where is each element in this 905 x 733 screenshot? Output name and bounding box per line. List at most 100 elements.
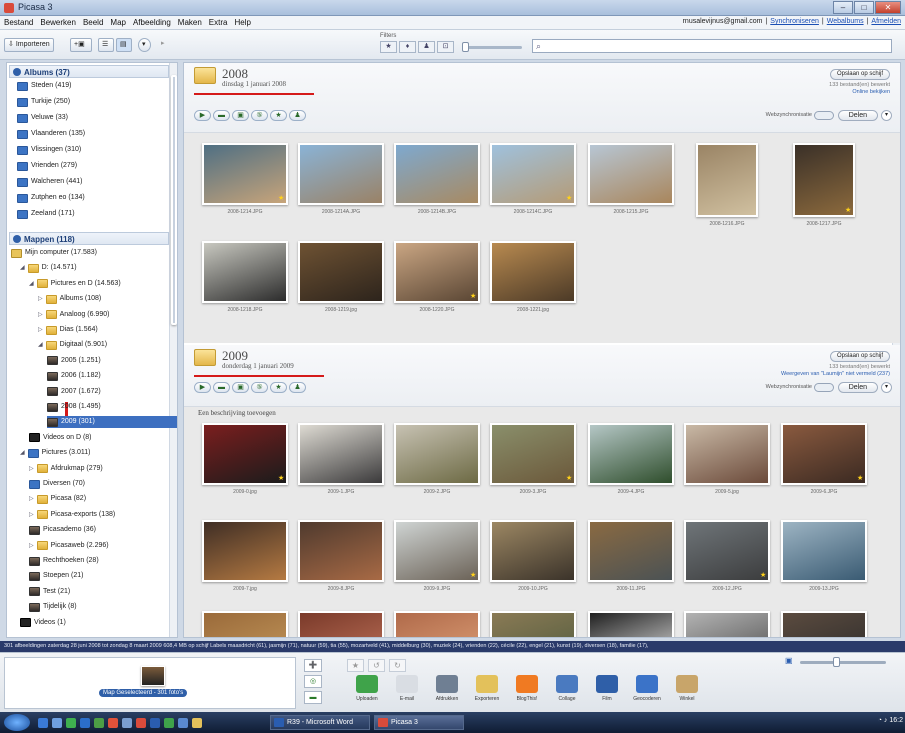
expand-toggle-icon[interactable]: ▷ [29,493,34,505]
quicklaunch-switch-icon[interactable] [52,718,62,728]
filter-geo-icon[interactable]: ⊡ [437,41,454,53]
albums-header[interactable]: Albums (37) [9,65,169,78]
quicklaunch-picasa-icon[interactable] [136,718,146,728]
folder-item[interactable]: ◢ Digitaal (5.901) [38,339,107,351]
photo-thumbnail[interactable]: ★ [202,423,288,485]
web-sync-toggle[interactable] [814,111,834,120]
quicklaunch-app-icon[interactable] [66,718,76,728]
album-item[interactable]: Zutphen eo (134) [17,192,85,204]
add-to-album-button[interactable]: +▣ [70,38,92,52]
album-item[interactable]: Zeeland (171) [17,208,75,220]
expand-toggle-icon[interactable]: ▷ [38,309,43,321]
folder-item[interactable]: ◢ Pictures (3.011) [20,447,91,459]
filter-slider-knob[interactable] [462,42,469,52]
volume-icon[interactable]: ♪ [884,717,888,724]
filter-slider[interactable] [462,42,522,52]
photo-thumbnail[interactable] [394,143,480,205]
collage-icon[interactable]: ▬ [213,110,230,121]
list-view-icon[interactable]: ☰ [98,38,114,52]
tray-hold-icon[interactable]: ➕ [304,659,322,672]
folder-item[interactable]: 2007 (1.672) [47,386,101,398]
expand-toggle-icon[interactable]: ▷ [29,540,34,552]
action-collage-button[interactable]: Collage [547,675,587,702]
expand-toggle-icon[interactable]: ◢ [20,447,25,459]
photo-thumbnail[interactable] [588,520,674,582]
expand-toggle-icon[interactable]: ◢ [38,339,43,351]
folder-item[interactable]: ◢ Pictures en D (14.563) [29,278,121,290]
photo-thumbnail[interactable]: ★ [490,143,576,205]
photo-thumbnail[interactable]: ★ [588,611,674,637]
folder-item[interactable]: Picasademo (36) [29,524,96,536]
quicklaunch-desktop-icon[interactable] [38,718,48,728]
folder-item[interactable]: Mijn computer (17.583) [11,247,97,259]
photo-thumbnail[interactable]: ★ [298,611,384,637]
action-exporteren-button[interactable]: Exporteren [467,675,507,702]
action-email-button[interactable]: E-mail [387,675,427,702]
photo-thumbnail[interactable] [202,611,288,637]
task-word[interactable]: R39 - Microsoft Word [270,715,370,730]
menu-item-1[interactable]: Bewerken [40,18,76,27]
sidebar-scroll-thumb[interactable] [171,75,177,325]
folders-toggle-icon[interactable] [13,235,21,243]
folder-item-selected[interactable]: 2009 (301) [47,416,177,429]
filter-people-icon[interactable]: ♟ [418,41,435,53]
folder-item[interactable]: Diversen (70) [29,478,85,490]
folder-item[interactable]: Test (21) [29,586,70,598]
slideshow-icon[interactable]: ▶ [194,382,211,393]
tray-star-icon[interactable]: ★ [347,659,364,672]
photo-thumbnail[interactable] [490,241,576,303]
folder-item[interactable]: ▷ Afdrukmap (279) [29,463,103,475]
network-icon[interactable]: ◔ [878,717,882,724]
share-button[interactable]: Delen [837,382,878,393]
quicklaunch-folder-icon[interactable] [192,718,202,728]
expand-toggle-icon[interactable]: ▷ [38,324,43,336]
quicklaunch-browser-icon[interactable] [108,718,118,728]
folder-item[interactable]: ◢ D: (14.571) [20,262,77,274]
filter-star-icon[interactable]: ★ [380,41,397,53]
folder-item[interactable]: ▷ Picasa-exports (138) [29,509,115,521]
quicklaunch-word-icon[interactable] [150,718,160,728]
quicklaunch-search-icon[interactable] [122,718,132,728]
photo-thumbnail[interactable] [781,520,867,582]
folder-item[interactable]: ▷ Picasaweb (2.296) [29,540,109,552]
photo-thumbnail[interactable] [490,520,576,582]
album-item[interactable]: Vlissingen (310) [17,144,81,156]
expand-toggle-icon[interactable]: ◢ [29,278,34,290]
folder-item[interactable]: ▷ Albums (108) [38,293,101,305]
album-item[interactable]: Turkije (250) [17,96,70,108]
photo-thumbnail[interactable]: ★ [202,143,288,205]
photo-thumbnail[interactable]: ★ [781,423,867,485]
album-item[interactable]: Vrienden (279) [17,160,77,172]
filter-upload-icon[interactable]: ♦ [399,41,416,53]
people-icon[interactable]: ♟ [289,110,306,121]
menu-item-3[interactable]: Map [110,18,126,27]
menu-item-6[interactable]: Extra [209,18,228,27]
online-link[interactable]: Weergeven van "Laumijn" niet vermeld (23… [781,371,890,377]
folder-item[interactable]: 2008 (1.495) [47,401,101,413]
tray-thumbnail[interactable] [141,666,165,686]
search-input[interactable]: ⌕ [532,39,892,53]
photo-thumbnail[interactable] [394,611,480,637]
album-item[interactable]: Steden (419) [17,80,71,92]
sidebar-scrollbar[interactable] [169,63,177,637]
quicklaunch-excel-icon[interactable] [164,718,174,728]
folder-item[interactable]: Stoepen (21) [29,570,83,582]
save-to-disk-button[interactable]: Opslaan op schijf [829,69,890,80]
thumbnail-size-knob[interactable] [833,657,840,667]
photo-thumbnail[interactable] [588,143,674,205]
sync-link[interactable]: Synchroniseren [770,18,819,25]
photo-thumbnail[interactable] [588,423,674,485]
expand-toggle-icon[interactable]: ▷ [38,293,43,305]
start-button[interactable] [4,714,30,731]
timeline-icon[interactable]: ⑤ [251,110,268,121]
photo-thumbnail[interactable] [202,241,288,303]
star-icon[interactable]: ★ [270,382,287,393]
movie-icon[interactable]: ▣ [232,382,249,393]
action-uploaden-button[interactable]: Uploaden [347,675,387,702]
online-link[interactable]: Online bekijken [852,89,890,95]
section-menu-icon[interactable]: ▾ [881,382,892,393]
save-to-disk-button[interactable]: Opslaan op schijf [829,351,890,362]
photo-tray-area[interactable]: Map Geselecteerd - 301 foto's [4,657,296,709]
add-description-field[interactable]: Een beschrijving toevoegen [198,409,276,417]
photo-thumbnail[interactable] [298,143,384,205]
